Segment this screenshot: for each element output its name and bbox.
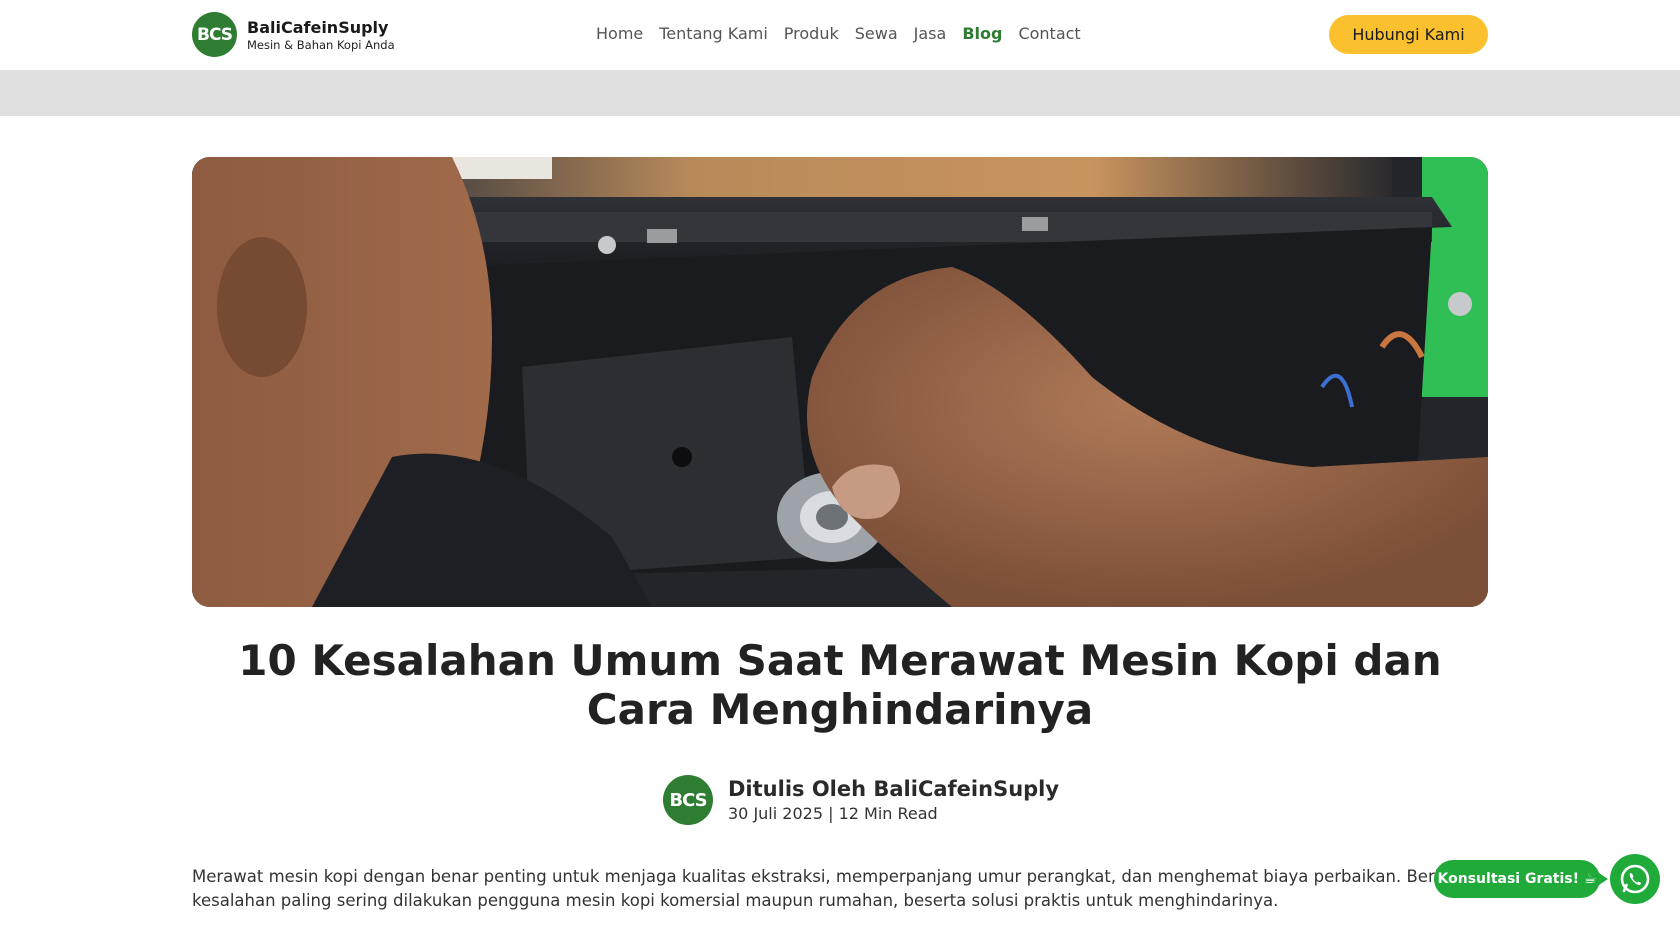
nav-blog[interactable]: Blog bbox=[962, 22, 1002, 46]
main-nav: Home Tentang Kami Produk Sewa Jasa Blog … bbox=[596, 22, 1097, 46]
article-intro: Merawat mesin kopi dengan benar penting … bbox=[192, 867, 1466, 910]
brand-tagline: Mesin & Bahan Kopi Anda bbox=[247, 37, 395, 52]
whatsapp-icon bbox=[1620, 864, 1650, 894]
nav-tentang-kami[interactable]: Tentang Kami bbox=[659, 22, 768, 46]
nav-jasa[interactable]: Jasa bbox=[914, 22, 947, 46]
brand-logo[interactable]: BCS BaliCafeinSuply Mesin & Bahan Kopi A… bbox=[192, 12, 395, 57]
nav-contact[interactable]: Contact bbox=[1018, 22, 1080, 46]
brand-name: BaliCafeinSuply bbox=[247, 17, 389, 37]
nav-sewa[interactable]: Sewa bbox=[855, 22, 898, 46]
article-title: 10 Kesalahan Umum Saat Merawat Mesin Kop… bbox=[238, 636, 1442, 734]
contact-us-button[interactable]: Hubungi Kami bbox=[1329, 15, 1488, 54]
site-header: BCS BaliCafeinSuply Mesin & Bahan Kopi A… bbox=[0, 0, 1680, 70]
whatsapp-consult-label[interactable]: Konsultasi Gratis! ☕ bbox=[1434, 860, 1608, 898]
nav-produk[interactable]: Produk bbox=[784, 22, 839, 46]
coffee-machine-repair-photo bbox=[192, 157, 1488, 607]
breadcrumb-band bbox=[0, 70, 1680, 116]
article-hero-image bbox=[192, 157, 1488, 607]
author-block: BCS Ditulis Oleh BaliCafeinSuply 30 Juli… bbox=[663, 775, 1059, 825]
whatsapp-button[interactable] bbox=[1610, 854, 1660, 904]
author-name: Ditulis Oleh BaliCafeinSuply bbox=[728, 776, 1060, 801]
author-avatar: BCS bbox=[663, 775, 713, 825]
article-meta: 30 Juli 2025 | 12 Min Read bbox=[728, 803, 938, 823]
brand-badge-icon: BCS bbox=[192, 12, 237, 57]
nav-home[interactable]: Home bbox=[596, 22, 643, 46]
author-info: Ditulis Oleh BaliCafeinSuply 30 Juli 202… bbox=[728, 776, 1059, 825]
brand-text: BaliCafeinSuply Mesin & Bahan Kopi Anda bbox=[247, 18, 395, 52]
